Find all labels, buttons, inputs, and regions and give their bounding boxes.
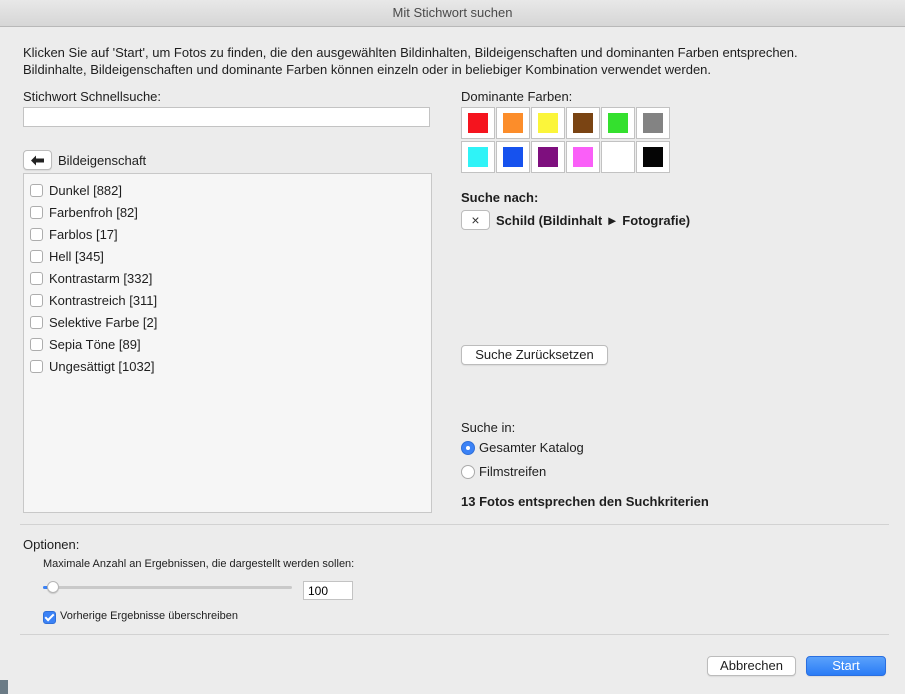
divider-bottom bbox=[20, 634, 889, 635]
color-swatch[interactable] bbox=[461, 107, 495, 139]
color-swatch-fill bbox=[608, 113, 628, 133]
property-item[interactable]: Selektive Farbe [2] bbox=[30, 311, 157, 333]
color-swatch-fill bbox=[468, 147, 488, 167]
property-checkbox[interactable] bbox=[30, 205, 43, 219]
remove-term-button[interactable]: × bbox=[461, 210, 490, 230]
cancel-button[interactable]: Abbrechen bbox=[707, 656, 796, 676]
color-swatch[interactable] bbox=[531, 141, 565, 173]
property-checkbox[interactable] bbox=[30, 337, 43, 351]
property-checkbox[interactable] bbox=[30, 183, 43, 197]
color-swatch[interactable] bbox=[531, 107, 565, 139]
color-swatch[interactable] bbox=[636, 107, 670, 139]
property-label: Dunkel [882] bbox=[49, 182, 122, 198]
property-item[interactable]: Farbenfroh [82] bbox=[30, 201, 138, 223]
instructions-line-2: Bildinhalte, Bildeigenschaften und domin… bbox=[23, 62, 712, 77]
property-checkbox[interactable] bbox=[30, 271, 43, 285]
color-swatch[interactable] bbox=[566, 107, 600, 139]
desktop-background bbox=[0, 680, 8, 694]
property-item[interactable]: Dunkel [882] bbox=[30, 179, 122, 201]
color-swatch[interactable] bbox=[566, 141, 600, 173]
radio-filmstrip-label: Filmstreifen bbox=[479, 464, 547, 479]
radio-filmstrip[interactable] bbox=[461, 465, 475, 479]
property-label: Kontrastreich [311] bbox=[49, 292, 158, 308]
instructions-line-1: Klicken Sie auf 'Start', um Fotos zu fin… bbox=[23, 45, 798, 60]
property-label: Ungesättigt [1032] bbox=[49, 358, 155, 374]
max-results-label: Maximale Anzahl an Ergebnissen, die darg… bbox=[43, 558, 355, 570]
property-label: Selektive Farbe [2] bbox=[49, 314, 158, 330]
quicksearch-label: Stichwort Schnellsuche: bbox=[23, 89, 162, 104]
color-swatch[interactable] bbox=[601, 141, 635, 173]
property-label: Kontrastarm [332] bbox=[49, 270, 153, 286]
quicksearch-input[interactable] bbox=[23, 107, 430, 127]
instructions: Klicken Sie auf 'Start', um Fotos zu fin… bbox=[23, 44, 883, 78]
back-button[interactable] bbox=[23, 150, 52, 170]
property-checkbox[interactable] bbox=[30, 293, 43, 307]
radio-entire-catalog-label: Gesamter Katalog bbox=[479, 440, 584, 455]
property-label: Sepia Töne [89] bbox=[49, 336, 141, 352]
property-item[interactable]: Kontrastreich [311] bbox=[30, 289, 157, 311]
color-swatch-fill bbox=[468, 113, 488, 133]
property-item[interactable]: Ungesättigt [1032] bbox=[30, 355, 155, 377]
color-swatch[interactable] bbox=[636, 141, 670, 173]
radio-entire-catalog[interactable] bbox=[461, 441, 475, 455]
property-checkbox[interactable] bbox=[30, 359, 43, 373]
property-checkbox[interactable] bbox=[30, 315, 43, 329]
result-count: 13 Fotos entsprechen den Suchkriterien bbox=[461, 494, 709, 509]
color-swatch-fill bbox=[573, 113, 593, 133]
color-swatch[interactable] bbox=[601, 107, 635, 139]
search-in-label: Suche in: bbox=[461, 420, 516, 435]
color-swatch[interactable] bbox=[461, 141, 495, 173]
property-item[interactable]: Hell [345] bbox=[30, 245, 104, 267]
property-checkbox[interactable] bbox=[30, 249, 43, 263]
overwrite-label: Vorherige Ergebnisse überschreiben bbox=[60, 610, 238, 622]
reset-search-button[interactable]: Suche Zurücksetzen bbox=[461, 345, 608, 365]
color-swatch-fill bbox=[503, 147, 523, 167]
search-for-label: Suche nach: bbox=[461, 190, 539, 205]
property-item[interactable]: Farblos [17] bbox=[30, 223, 118, 245]
property-item[interactable]: Kontrastarm [332] bbox=[30, 267, 152, 289]
max-results-input[interactable] bbox=[303, 581, 353, 600]
color-swatch-fill bbox=[538, 147, 558, 167]
property-label: Farblos [17] bbox=[49, 226, 118, 242]
color-swatch-fill bbox=[538, 113, 558, 133]
overwrite-checkbox[interactable] bbox=[43, 611, 56, 624]
property-item[interactable]: Sepia Töne [89] bbox=[30, 333, 141, 355]
properties-label: Bildeigenschaft bbox=[58, 153, 147, 168]
arrow-left-icon bbox=[31, 155, 44, 166]
slider-handle[interactable] bbox=[46, 581, 59, 593]
color-swatch-fill bbox=[643, 147, 663, 167]
window-title: Mit Stichwort suchen bbox=[0, 0, 905, 27]
search-term: Schild (Bildinhalt ► Fotografie) bbox=[496, 213, 691, 228]
max-results-slider[interactable] bbox=[43, 586, 292, 589]
start-button[interactable]: Start bbox=[806, 656, 886, 676]
color-swatch-fill bbox=[643, 113, 663, 133]
color-swatch-fill bbox=[573, 147, 593, 167]
color-swatch[interactable] bbox=[496, 107, 530, 139]
property-label: Farbenfroh [82] bbox=[49, 204, 138, 220]
close-icon: × bbox=[471, 212, 480, 228]
color-swatch-fill bbox=[503, 113, 523, 133]
dominant-colors-label: Dominante Farben: bbox=[461, 89, 573, 104]
property-checkbox[interactable] bbox=[30, 227, 43, 241]
properties-list[interactable]: Dunkel [882] Farbenfroh [82] Farblos [17] H… bbox=[23, 173, 432, 513]
options-label: Optionen: bbox=[23, 537, 80, 552]
divider-top bbox=[20, 524, 889, 525]
color-swatch-fill bbox=[608, 147, 628, 167]
property-label: Hell [345] bbox=[49, 248, 104, 264]
color-swatch[interactable] bbox=[496, 141, 530, 173]
